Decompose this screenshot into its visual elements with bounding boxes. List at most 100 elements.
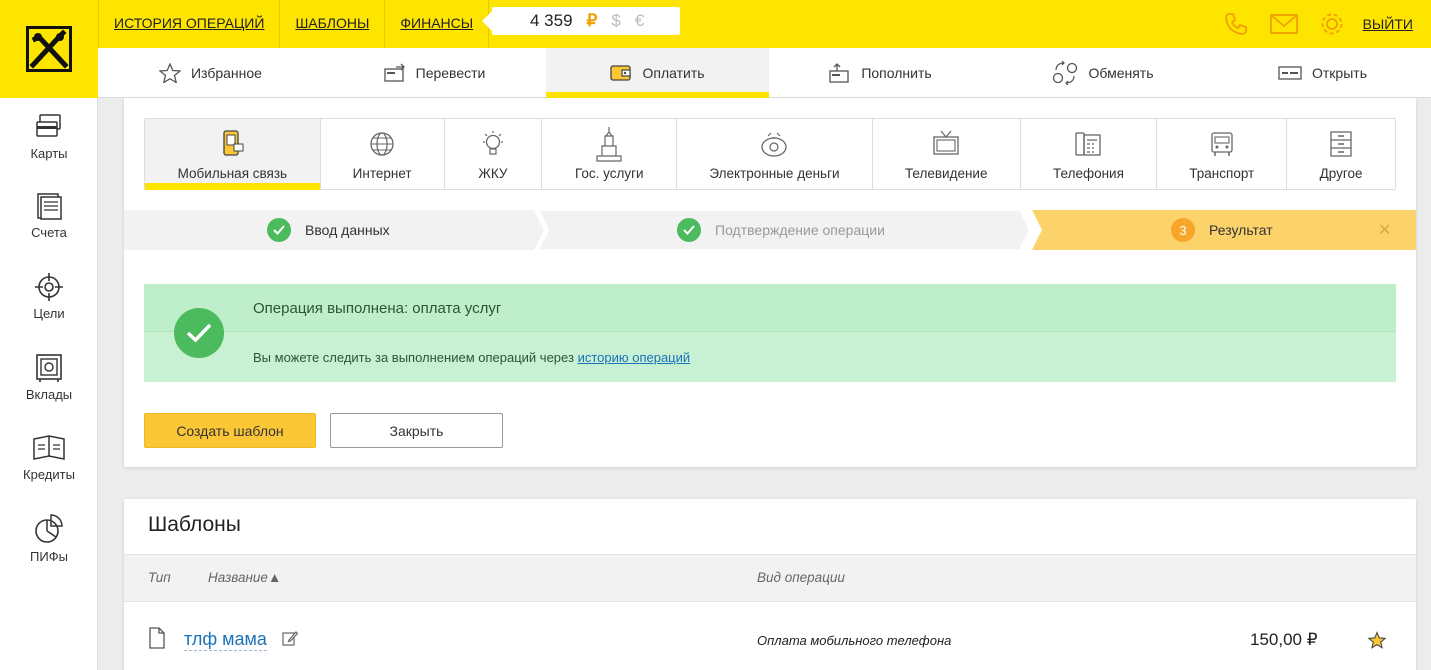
category-mobile[interactable]: Мобильная связь [145,119,321,190]
sidebar-item-funds-label: ПИФы [30,549,68,564]
subnav-exchange[interactable]: Обменять [992,48,1214,98]
bus-icon [1208,128,1236,160]
table-row[interactable]: тлф мама Оплата мобильного телефона 150,… [124,603,1416,670]
success-check-icon [174,308,224,358]
open-icon [1278,65,1302,81]
step-result-label: Результат [1209,222,1273,238]
sidebar-item-goals-label: Цели [33,306,65,321]
star-icon [159,63,182,83]
globe-icon [368,128,396,160]
edit-icon[interactable] [282,630,299,651]
subnav-topup-label: Пополнить [861,65,932,81]
category-e-money[interactable]: Электронные деньги [677,119,873,189]
topup-icon [829,63,851,83]
safe-icon [0,353,98,383]
pie-icon [0,513,98,545]
column-type[interactable]: Тип [148,570,171,585]
sidebar-item-deposits[interactable]: Вклады [0,353,98,402]
close-button[interactable]: Закрыть [330,413,503,448]
subnav-favorites-label: Избранное [191,65,262,81]
check-icon [267,218,291,242]
sidebar-item-accounts-label: Счета [31,225,67,240]
currency-rub-toggle[interactable]: ₽ [587,11,598,31]
phone-icon[interactable] [1223,11,1249,37]
history-link[interactable]: ИСТОРИЯ ОПЕРАЦИЙ [98,0,279,48]
sidebar-item-accounts[interactable]: Счета [0,191,98,240]
templates-link[interactable]: ШАБЛОНЫ [279,0,384,48]
logo-area[interactable] [0,0,98,98]
success-message: Операция выполнена: оплата услуг Вы може… [144,284,1396,382]
sidebar-item-cards[interactable]: Карты [0,112,98,161]
category-utilities-label: ЖКУ [478,165,508,181]
subnav-open[interactable]: Открыть [1214,48,1431,98]
coins-icon [759,128,789,160]
sidebar-item-goals[interactable]: Цели [0,272,98,321]
step-data-entry-label: Ввод данных [305,222,390,238]
operations-history-link[interactable]: историю операций [578,350,691,365]
category-other-label: Другое [1319,165,1363,181]
templates-card: Шаблоны Тип Название▲ Вид операции тлф м… [124,499,1416,670]
step-confirmation: Подтверждение операции [677,210,885,250]
finance-link[interactable]: ФИНАНСЫ [384,0,490,48]
sidebar-item-deposits-label: Вклады [25,387,73,402]
subnav-favorites[interactable]: Избранное [98,48,323,98]
category-internet-label: Интернет [352,165,412,181]
step-number-badge: 3 [1171,218,1195,242]
logo-emblem-icon [29,29,69,69]
check-icon [677,218,701,242]
credit-icon [0,433,98,463]
sidebar-item-credits-label: Кредиты [23,467,75,482]
subnav-transfer-label: Перевести [415,65,486,81]
category-gov-services-label: Гос. услуги [574,165,644,181]
category-gov-services[interactable]: Гос. услуги [542,119,678,189]
subnav-pay-label: Оплатить [642,65,705,81]
header-actions: ВЫЙТИ [1203,0,1413,48]
step-confirmation-label: Подтверждение операции [715,222,885,238]
success-title: Операция выполнена: оплата услуг [253,300,502,317]
step-data-entry: Ввод данных [267,210,390,250]
templates-title: Шаблоны [148,513,241,536]
category-mobile-label: Мобильная связь [177,165,288,181]
mobile-icon [220,128,244,160]
templates-table-header: Тип Название▲ Вид операции [124,554,1416,602]
favorite-star-icon[interactable] [1367,631,1387,654]
currency-eur-toggle[interactable]: € [635,11,644,31]
sidebar-item-funds[interactable]: ПИФы [0,513,98,564]
logout-link[interactable]: ВЫЙТИ [1363,16,1413,32]
bank-logo[interactable] [26,26,72,72]
subnav-transfer[interactable]: Перевести [323,48,546,98]
exchange-icon [1052,61,1078,85]
bulb-icon [480,128,506,160]
mail-icon[interactable] [1269,12,1299,36]
phone-station-icon [1073,128,1103,160]
category-transport-label: Транспорт [1189,165,1255,181]
category-tv[interactable]: Телевидение [873,119,1021,189]
category-tv-label: Телевидение [904,165,988,181]
category-utilities[interactable]: ЖКУ [445,119,543,189]
subnav-pay[interactable]: Оплатить [546,48,769,98]
template-amount: 150,00 ₽ [1250,630,1318,649]
wallet-icon [610,64,632,82]
category-other[interactable]: Другое [1287,119,1395,189]
sidebar: Карты Счета Цели Вклады Кредиты ПИФы [0,98,98,670]
transfer-icon [383,63,406,83]
category-transport[interactable]: Транспорт [1157,119,1288,189]
category-telephony[interactable]: Телефония [1021,119,1158,189]
subnav-topup[interactable]: Пополнить [769,48,992,98]
cabinet-icon [1328,128,1354,160]
gear-icon[interactable] [1319,11,1345,37]
template-operation: Оплата мобильного телефона [757,633,952,648]
column-operation[interactable]: Вид операции [757,570,845,585]
sub-navigation: Избранное Перевести Оплатить Пополнить О… [98,48,1431,98]
currency-usd-toggle[interactable]: $ [611,11,620,31]
sidebar-item-credits[interactable]: Кредиты [0,433,98,482]
subnav-exchange-label: Обменять [1088,65,1154,81]
column-name-sort[interactable]: Название▲ [208,570,281,585]
category-internet[interactable]: Интернет [321,119,445,189]
tower-icon [594,126,624,162]
template-name-link[interactable]: тлф мама [184,629,267,651]
create-template-button[interactable]: Создать шаблон [144,413,316,448]
success-text: Вы можете следить за выполнением операци… [253,350,690,365]
balance-widget[interactable]: 4 359 ₽ $ € [482,7,680,35]
close-icon[interactable]: ✕ [1378,210,1391,250]
